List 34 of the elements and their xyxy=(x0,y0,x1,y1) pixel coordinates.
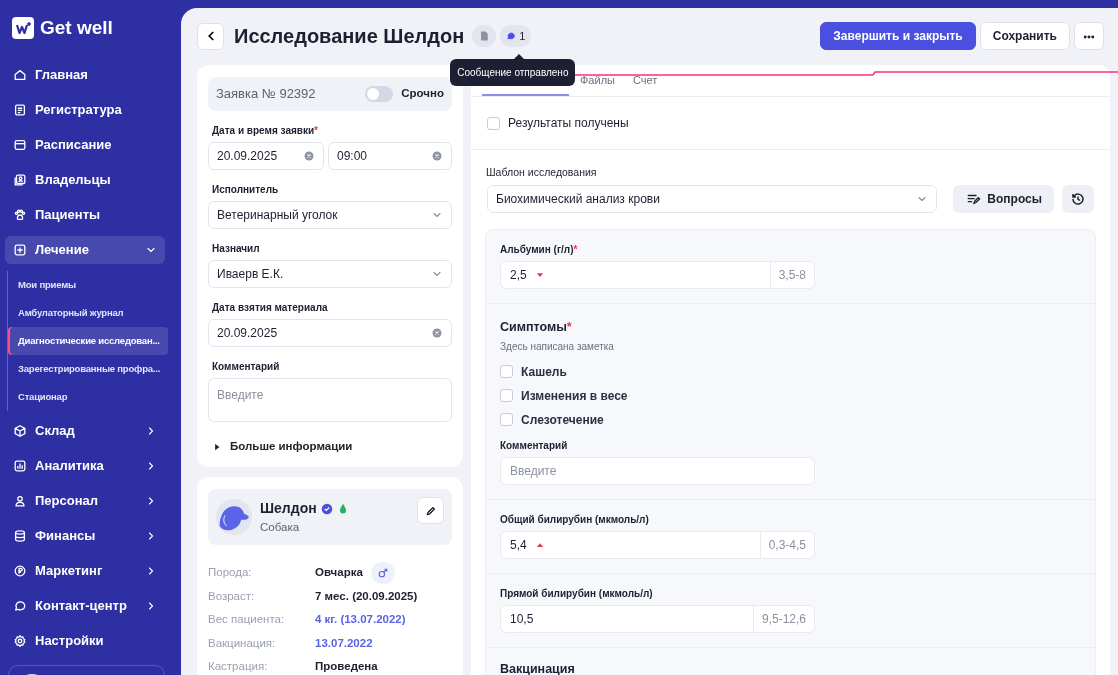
field-label: Комментарий xyxy=(500,438,569,453)
checkbox-label: Изменения в весе xyxy=(521,387,628,405)
page-title: Исследование Шелдон xyxy=(234,24,465,48)
section-title: Вакцинация xyxy=(500,660,576,675)
info-label: Порода: xyxy=(208,565,253,581)
info-label: Вакцинация: xyxy=(208,635,277,651)
patient-name: Шелдон xyxy=(260,499,317,519)
measure-value: 10,5 xyxy=(509,610,535,628)
info-value: Овчарка xyxy=(315,565,363,581)
field-label: Общий билирубин (мкмоль/л) xyxy=(500,512,650,527)
info-label: Возраст: xyxy=(208,588,256,604)
field-label: Исполнитель xyxy=(212,183,280,197)
info-value: 7 мес. (20.09.2025) xyxy=(315,588,418,604)
field-label: Шаблон исследования xyxy=(486,165,598,180)
patient-species: Собака xyxy=(260,520,301,536)
toggle-label: Срочно xyxy=(401,86,444,102)
checkbox-label: Кашель xyxy=(521,363,567,381)
field-label: Дата взятия материала xyxy=(212,301,329,315)
field-label: Прямой билирубин (мкмоль/л) xyxy=(500,586,654,601)
logo-text: Get well xyxy=(40,16,113,40)
checkbox-label: Результаты получены xyxy=(508,115,629,132)
field-label: Назначил xyxy=(212,242,261,256)
field-label: Альбумин (г/л)* xyxy=(500,242,579,257)
field-label: Комментарий xyxy=(212,360,281,374)
section-note: Здесь написана заметка xyxy=(500,339,615,354)
info-label: Вес пациента: xyxy=(208,612,286,628)
info-value: Проведена xyxy=(315,659,378,675)
section-title: Симптомы* xyxy=(500,318,573,336)
field-label: Дата и время заявки* xyxy=(212,124,319,138)
measure-value: 2,5 xyxy=(501,265,770,284)
checkbox-label: Слезотечение xyxy=(521,411,604,429)
measure-value: 5,4 xyxy=(501,535,760,554)
info-label: Кастрация: xyxy=(208,659,269,675)
request-number: Заявка № 92392 xyxy=(216,85,317,104)
